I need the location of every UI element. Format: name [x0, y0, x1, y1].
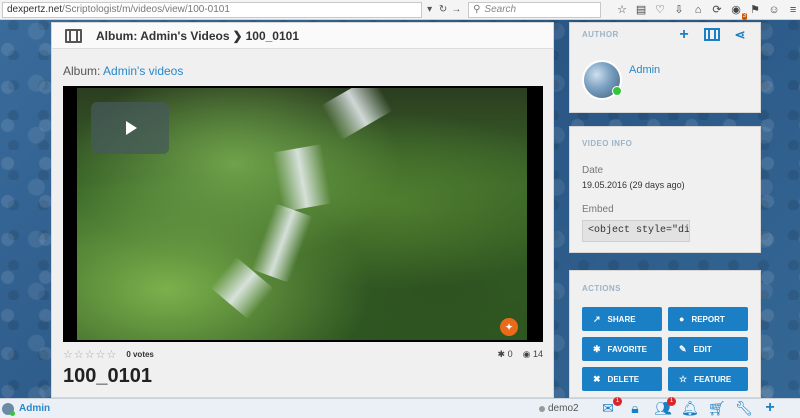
url-path: /Scriptologist/m/videos/view/100-0101 — [62, 4, 230, 15]
feature-label: FEATURE — [694, 374, 732, 384]
video-card: Album: Admin's Videos ❯ 100_0101 Album: Ad… — [51, 22, 554, 398]
report-button[interactable]: ● REPORT — [668, 307, 748, 331]
extension-icon[interactable]: ◉ 3 — [729, 3, 748, 20]
favorites-count: 0 — [507, 348, 513, 359]
feature-button[interactable]: ☆ FEATURE — [668, 367, 748, 391]
current-user-name[interactable]: Admin — [19, 403, 50, 414]
pocket-icon[interactable]: ♡ — [653, 3, 667, 17]
play-button[interactable] — [91, 102, 169, 154]
friends-badge: 1 — [667, 397, 676, 406]
extension-badge: 3 — [741, 12, 748, 20]
forward-icon[interactable]: → — [451, 3, 462, 17]
close-icon: ✖ — [593, 373, 601, 384]
votes-count: 0 votes — [126, 349, 154, 359]
mail-icon[interactable]: ✉ 1 — [600, 397, 622, 416]
address-bar[interactable]: dexpertz.net/Scriptologist/m/videos/view… — [2, 1, 422, 18]
star-rating[interactable]: ☆☆☆☆☆ — [63, 348, 117, 361]
video-player[interactable]: ✦ — [63, 86, 543, 342]
bookmark-star-icon[interactable]: ☆ — [615, 3, 629, 17]
breadcrumb-chevron-icon: ❯ — [232, 28, 243, 43]
author-panel: AUTHOR + ⋖ Admin — [569, 22, 761, 113]
url-host: dexpertz.net — [7, 4, 63, 15]
home-icon[interactable]: ⌂ — [691, 3, 705, 17]
lock-icon[interactable]: 🔒︎ — [627, 400, 643, 416]
rating-row: ☆☆☆☆☆ 0 votes ✱ 0 ◉ 14 — [63, 347, 543, 361]
video-frame: ✦ — [77, 88, 527, 340]
globe-logo-icon: ✦ — [500, 318, 518, 336]
avatar[interactable] — [582, 60, 622, 100]
waterfall-stream — [321, 88, 393, 141]
card-header: Album: Admin's Videos ❯ 100_0101 — [52, 23, 553, 49]
breadcrumb-album[interactable]: Album: Admin's Videos — [96, 29, 230, 43]
actions-panel: ACTIONS ↗ SHARE ● REPORT ✱ FAVORITE ✎ EDIT ✖… — [569, 270, 761, 398]
breadcrumb-current: 100_0101 — [245, 28, 299, 43]
panel-toolbar: + ⋖ — [676, 27, 748, 43]
delete-label: DELETE — [607, 374, 640, 384]
mail-badge: 1 — [613, 397, 622, 406]
embed-code-field[interactable]: <object style="di — [582, 220, 690, 242]
date-value: 19.05.2016 (29 days ago) — [582, 180, 685, 190]
download-icon[interactable]: ⇩ — [672, 3, 686, 17]
edit-button[interactable]: ✎ EDIT — [668, 337, 748, 361]
search-placeholder: Search — [484, 4, 517, 15]
share-label: SHARE — [607, 314, 636, 324]
video-info-heading: VIDEO INFO — [582, 138, 633, 148]
film-strip-icon[interactable] — [704, 28, 720, 41]
views-count: 14 — [532, 348, 543, 359]
friends-icon[interactable]: 👥︎ 1 — [654, 397, 676, 416]
other-user[interactable]: demo2 — [539, 403, 579, 414]
edit-label: EDIT — [693, 344, 712, 354]
flag-icon[interactable]: ⚑ — [748, 3, 762, 17]
reading-list-icon[interactable]: ▤ — [634, 3, 648, 17]
share-button[interactable]: ↗ SHARE — [582, 307, 662, 331]
add-icon[interactable]: + — [762, 400, 778, 416]
cart-icon[interactable]: 🛒︎ — [708, 400, 726, 416]
add-icon[interactable]: + — [676, 27, 692, 43]
alert-icon: ● — [679, 314, 685, 324]
video-title: 100_0101 — [63, 365, 152, 387]
dropdown-chevron-icon[interactable]: ▾ — [424, 3, 435, 17]
sync-icon[interactable]: ⟳ — [710, 3, 724, 17]
favorite-button[interactable]: ✱ FAVORITE — [582, 337, 662, 361]
browser-toolbar: dexpertz.net/Scriptologist/m/videos/view… — [0, 0, 800, 20]
menu-icon[interactable]: ≡ — [786, 3, 800, 17]
bell-icon[interactable]: 🔔︎ — [681, 400, 699, 416]
film-icon — [65, 28, 82, 43]
album-link[interactable]: Admin's videos — [103, 64, 183, 78]
asterisk-icon: ✱ — [593, 343, 601, 354]
album-label: Album: — [63, 64, 101, 78]
waterfall-stream — [272, 144, 332, 212]
bottom-icons: ✉ 1 🔒︎ 👥︎ 1 🔔︎ 🛒︎ 🔧︎ + — [600, 397, 778, 416]
waterfall-stream — [251, 203, 313, 283]
report-label: REPORT — [691, 314, 725, 324]
share-icon[interactable]: ⋖ — [732, 27, 748, 43]
star-icon: ☆ — [679, 373, 688, 384]
eye-icon: ◉ — [522, 348, 531, 359]
actions-heading: ACTIONS — [582, 283, 621, 293]
share-arrow-icon: ↗ — [593, 313, 601, 324]
favorite-label: FAVORITE — [607, 344, 647, 354]
pencil-icon: ✎ — [679, 343, 687, 354]
date-label: Date — [582, 165, 604, 176]
smiley-icon[interactable]: ☺ — [767, 3, 781, 17]
browser-search-input[interactable]: ⚲ Search — [468, 1, 602, 18]
wrench-icon[interactable]: 🔧︎ — [735, 400, 753, 416]
reload-icon[interactable]: ↻ — [437, 3, 448, 17]
asterisk-icon: ✱ — [497, 348, 506, 359]
views-stat: ◉ 14 — [523, 349, 543, 360]
video-info-panel: VIDEO INFO Date 19.05.2016 (29 days ago)… — [569, 126, 761, 253]
delete-button[interactable]: ✖ DELETE — [582, 367, 662, 391]
bottom-bar: Admin demo2 ✉ 1 🔒︎ 👥︎ 1 🔔︎ 🛒︎ 🔧︎ + — [0, 397, 800, 418]
avatar[interactable] — [2, 402, 15, 416]
favorites-stat: ✱ 0 — [498, 349, 513, 360]
search-icon: ⚲ — [473, 4, 481, 15]
breadcrumb: Album: Admin's Videos ❯ 100_0101 — [96, 29, 299, 43]
embed-label: Embed — [582, 204, 614, 215]
owner-name[interactable]: Admin — [629, 64, 660, 76]
video-stats: ✱ 0 ◉ 14 — [498, 349, 543, 360]
album-line: Album: Admin's videos — [63, 64, 183, 78]
